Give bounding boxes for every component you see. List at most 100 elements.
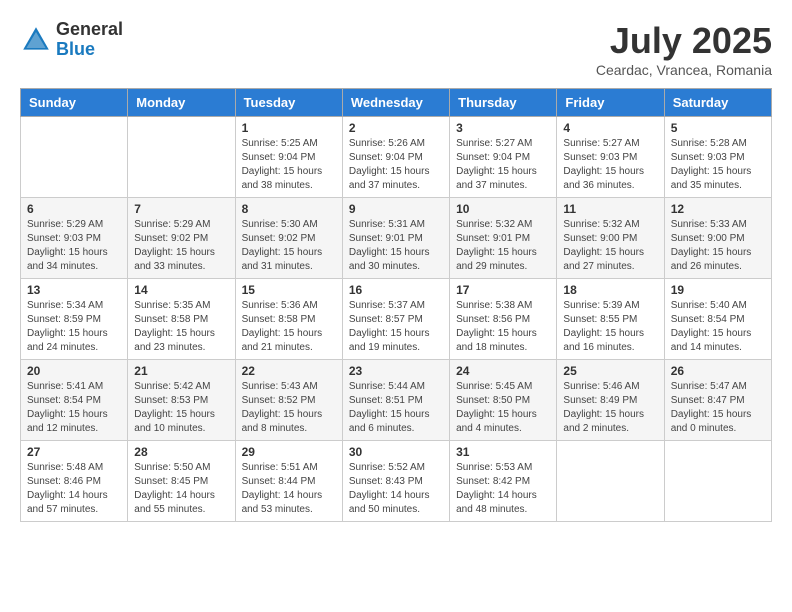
logo-icon: [20, 24, 52, 56]
day-number: 31: [456, 445, 550, 459]
logo-text: General Blue: [56, 20, 123, 60]
day-detail: Sunrise: 5:39 AM Sunset: 8:55 PM Dayligh…: [563, 299, 657, 355]
calendar-cell: 6 Sunrise: 5:29 AM Sunset: 9:03 PM Daylig…: [21, 198, 128, 279]
day-detail: Sunrise: 5:48 AM Sunset: 8:46 PM Dayligh…: [27, 461, 121, 517]
day-detail: Sunrise: 5:30 AM Sunset: 9:02 PM Dayligh…: [242, 218, 336, 274]
calendar-cell: 4 Sunrise: 5:27 AM Sunset: 9:03 PM Daylig…: [557, 117, 664, 198]
calendar-cell: 20Sunrise: 5:41 AM Sunset: 8:54 PM Dayli…: [21, 360, 128, 441]
calendar-cell: [557, 441, 664, 522]
day-detail: Sunrise: 5:32 AM Sunset: 9:01 PM Dayligh…: [456, 218, 550, 274]
day-number: 23: [349, 364, 443, 378]
day-number: 13: [27, 283, 121, 297]
calendar-cell: 16Sunrise: 5:37 AM Sunset: 8:57 PM Dayli…: [342, 279, 449, 360]
calendar-cell: 26 Sunrise: 5:47 AM Sunset: 8:47 PM Dayli…: [664, 360, 771, 441]
day-detail: Sunrise: 5:32 AM Sunset: 9:00 PM Dayligh…: [563, 218, 657, 274]
calendar-cell: 18 Sunrise: 5:39 AM Sunset: 8:55 PM Dayli…: [557, 279, 664, 360]
day-detail: Sunrise: 5:40 AM Sunset: 8:54 PM Dayligh…: [671, 299, 765, 355]
calendar-cell: [21, 117, 128, 198]
day-detail: Sunrise: 5:45 AM Sunset: 8:50 PM Dayligh…: [456, 380, 550, 436]
calendar-cell: 28 Sunrise: 5:50 AM Sunset: 8:45 PM Dayli…: [128, 441, 235, 522]
logo: General Blue: [20, 20, 123, 60]
day-detail: Sunrise: 5:35 AM Sunset: 8:58 PM Dayligh…: [134, 299, 228, 355]
calendar-cell: 15 Sunrise: 5:36 AM Sunset: 8:58 PM Dayli…: [235, 279, 342, 360]
day-detail: Sunrise: 5:29 AM Sunset: 9:02 PM Dayligh…: [134, 218, 228, 274]
day-number: 4: [563, 121, 657, 135]
day-detail: Sunrise: 5:27 AM Sunset: 9:03 PM Dayligh…: [563, 137, 657, 193]
calendar-cell: 9Sunrise: 5:31 AM Sunset: 9:01 PM Daylig…: [342, 198, 449, 279]
calendar-cell: 25 Sunrise: 5:46 AM Sunset: 8:49 PM Dayli…: [557, 360, 664, 441]
calendar-cell: 14 Sunrise: 5:35 AM Sunset: 8:58 PM Dayli…: [128, 279, 235, 360]
day-detail: Sunrise: 5:41 AM Sunset: 8:54 PM Dayligh…: [27, 380, 121, 436]
weekday-header: Monday: [128, 89, 235, 117]
day-number: 18: [563, 283, 657, 297]
day-detail: Sunrise: 5:38 AM Sunset: 8:56 PM Dayligh…: [456, 299, 550, 355]
title-block: July 2025 Ceardac, Vrancea, Romania: [596, 20, 772, 78]
calendar-cell: 11 Sunrise: 5:32 AM Sunset: 9:00 PM Dayli…: [557, 198, 664, 279]
day-number: 6: [27, 202, 121, 216]
calendar-cell: 2 Sunrise: 5:26 AM Sunset: 9:04 PM Daylig…: [342, 117, 449, 198]
day-detail: Sunrise: 5:53 AM Sunset: 8:42 PM Dayligh…: [456, 461, 550, 517]
calendar-cell: 12 Sunrise: 5:33 AM Sunset: 9:00 PM Dayli…: [664, 198, 771, 279]
day-number: 22: [242, 364, 336, 378]
calendar-cell: 27 Sunrise: 5:48 AM Sunset: 8:46 PM Dayli…: [21, 441, 128, 522]
day-detail: Sunrise: 5:42 AM Sunset: 8:53 PM Dayligh…: [134, 380, 228, 436]
page-header: General Blue July 2025 Ceardac, Vrancea,…: [20, 20, 772, 78]
day-detail: Sunrise: 5:25 AM Sunset: 9:04 PM Dayligh…: [242, 137, 336, 193]
day-detail: Sunrise: 5:28 AM Sunset: 9:03 PM Dayligh…: [671, 137, 765, 193]
day-number: 26: [671, 364, 765, 378]
calendar-cell: [664, 441, 771, 522]
day-detail: Sunrise: 5:31 AM Sunset: 9:01 PM Dayligh…: [349, 218, 443, 274]
day-number: 21: [134, 364, 228, 378]
day-number: 16: [349, 283, 443, 297]
calendar-cell: 21 Sunrise: 5:42 AM Sunset: 8:53 PM Dayli…: [128, 360, 235, 441]
calendar-cell: 7 Sunrise: 5:29 AM Sunset: 9:02 PM Daylig…: [128, 198, 235, 279]
day-detail: Sunrise: 5:44 AM Sunset: 8:51 PM Dayligh…: [349, 380, 443, 436]
day-detail: Sunrise: 5:43 AM Sunset: 8:52 PM Dayligh…: [242, 380, 336, 436]
calendar-cell: 19 Sunrise: 5:40 AM Sunset: 8:54 PM Dayli…: [664, 279, 771, 360]
day-number: 28: [134, 445, 228, 459]
day-number: 24: [456, 364, 550, 378]
day-detail: Sunrise: 5:47 AM Sunset: 8:47 PM Dayligh…: [671, 380, 765, 436]
calendar-cell: 22 Sunrise: 5:43 AM Sunset: 8:52 PM Dayli…: [235, 360, 342, 441]
day-number: 11: [563, 202, 657, 216]
calendar-table: SundayMondayTuesdayWednesdayThursdayFrid…: [20, 88, 772, 522]
day-detail: Sunrise: 5:29 AM Sunset: 9:03 PM Dayligh…: [27, 218, 121, 274]
calendar-cell: 31 Sunrise: 5:53 AM Sunset: 8:42 PM Dayli…: [450, 441, 557, 522]
day-number: 14: [134, 283, 228, 297]
calendar-cell: 5 Sunrise: 5:28 AM Sunset: 9:03 PM Daylig…: [664, 117, 771, 198]
day-number: 27: [27, 445, 121, 459]
day-detail: Sunrise: 5:36 AM Sunset: 8:58 PM Dayligh…: [242, 299, 336, 355]
calendar-cell: 8 Sunrise: 5:30 AM Sunset: 9:02 PM Daylig…: [235, 198, 342, 279]
day-number: 2: [349, 121, 443, 135]
day-number: 12: [671, 202, 765, 216]
day-number: 17: [456, 283, 550, 297]
day-detail: Sunrise: 5:46 AM Sunset: 8:49 PM Dayligh…: [563, 380, 657, 436]
day-detail: Sunrise: 5:34 AM Sunset: 8:59 PM Dayligh…: [27, 299, 121, 355]
calendar-cell: 13 Sunrise: 5:34 AM Sunset: 8:59 PM Dayli…: [21, 279, 128, 360]
day-number: 5: [671, 121, 765, 135]
calendar-cell: 30 Sunrise: 5:52 AM Sunset: 8:43 PM Dayli…: [342, 441, 449, 522]
day-detail: Sunrise: 5:52 AM Sunset: 8:43 PM Dayligh…: [349, 461, 443, 517]
day-detail: Sunrise: 5:50 AM Sunset: 8:45 PM Dayligh…: [134, 461, 228, 517]
weekday-header: Saturday: [664, 89, 771, 117]
day-number: 19: [671, 283, 765, 297]
weekday-header: Tuesday: [235, 89, 342, 117]
day-number: 29: [242, 445, 336, 459]
day-number: 8: [242, 202, 336, 216]
day-number: 25: [563, 364, 657, 378]
month-year: July 2025: [596, 20, 772, 62]
location: Ceardac, Vrancea, Romania: [596, 62, 772, 78]
day-number: 1: [242, 121, 336, 135]
calendar-cell: 29Sunrise: 5:51 AM Sunset: 8:44 PM Dayli…: [235, 441, 342, 522]
calendar-header: SundayMondayTuesdayWednesdayThursdayFrid…: [21, 89, 772, 117]
calendar-cell: 1 Sunrise: 5:25 AM Sunset: 9:04 PM Daylig…: [235, 117, 342, 198]
calendar-cell: 23 Sunrise: 5:44 AM Sunset: 8:51 PM Dayli…: [342, 360, 449, 441]
day-detail: Sunrise: 5:33 AM Sunset: 9:00 PM Dayligh…: [671, 218, 765, 274]
weekday-header: Thursday: [450, 89, 557, 117]
weekday-header: Wednesday: [342, 89, 449, 117]
weekday-header: Sunday: [21, 89, 128, 117]
day-number: 7: [134, 202, 228, 216]
day-number: 30: [349, 445, 443, 459]
day-detail: Sunrise: 5:26 AM Sunset: 9:04 PM Dayligh…: [349, 137, 443, 193]
day-number: 15: [242, 283, 336, 297]
